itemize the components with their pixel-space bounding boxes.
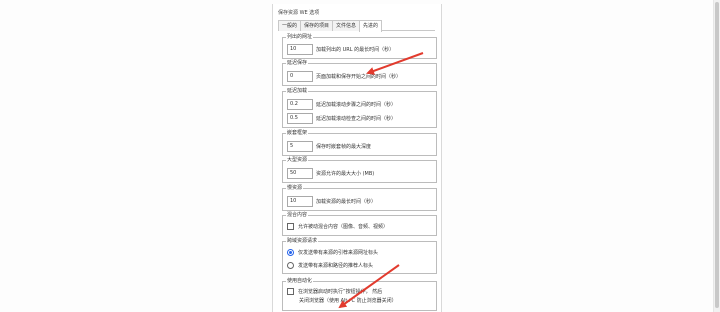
annotation-arrows [338,52,424,309]
arrow-to-automation [338,264,400,309]
arrow-to-delayed-save [366,52,424,75]
